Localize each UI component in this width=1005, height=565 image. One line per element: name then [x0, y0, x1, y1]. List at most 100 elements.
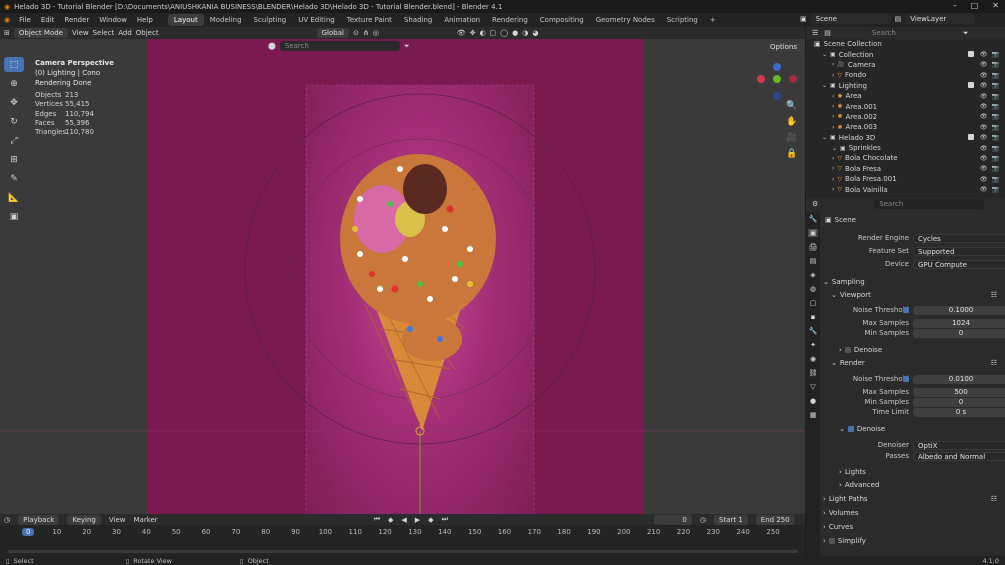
eye-icon[interactable]: 👁 — [980, 165, 988, 172]
outliner-row[interactable]: › ✺ Area.003 👁 📷 — [806, 122, 1005, 132]
gizmo-toggle-icon[interactable]: ✥ — [470, 29, 476, 37]
exclude-checkbox[interactable] — [967, 82, 974, 89]
eye-icon[interactable]: 👁 — [980, 145, 988, 152]
eye-icon[interactable]: 👁 — [980, 155, 988, 162]
menu-edit[interactable]: Edit — [36, 16, 60, 24]
viewport-subpanel-header[interactable]: ⌄ Viewport ☷ — [821, 289, 1005, 301]
proportional-icon[interactable]: ◎ — [373, 29, 379, 37]
modifiers-tab-icon[interactable]: 🔧 — [809, 327, 818, 335]
render-camera-icon[interactable]: 📷 — [992, 72, 999, 79]
outliner-row[interactable]: › ▽ Fondo 👁 📷 — [806, 70, 1005, 80]
sampling-panel-header[interactable]: ⌄ Sampling — [821, 276, 1005, 288]
exclude-checkbox[interactable] — [967, 51, 974, 58]
render-camera-icon[interactable]: 📷 — [992, 124, 999, 131]
list-icon[interactable]: ☷ — [991, 495, 997, 503]
collection-tab-icon[interactable]: ▢ — [810, 299, 817, 307]
viewport-search-input[interactable]: Search — [279, 41, 400, 51]
scale-tool-icon[interactable]: ⤢ — [4, 133, 24, 148]
render-camera-icon[interactable]: 📷 — [992, 186, 999, 193]
light-paths-panel-header[interactable]: › Light Paths ☷ — [821, 493, 1005, 505]
texture-tab-icon[interactable]: ▦ — [810, 411, 817, 419]
render-camera-icon[interactable]: 📷 — [992, 176, 999, 183]
overlay-toggle-icon[interactable]: ◐ — [480, 29, 486, 37]
render-camera-icon[interactable]: 📷 — [992, 113, 999, 120]
tab-texture-paint[interactable]: Texture Paint — [341, 14, 398, 26]
render-camera-icon[interactable]: 📷 — [992, 51, 999, 58]
render-camera-icon[interactable]: 📷 — [992, 93, 999, 100]
marker-menu[interactable]: Marker — [133, 516, 157, 524]
outliner-row[interactable]: › ✺ Area.002 👁 📷 — [806, 112, 1005, 122]
timeline-scrollbar[interactable] — [8, 550, 798, 553]
editor-type-icon[interactable]: ◷ — [4, 516, 10, 524]
render-camera-icon[interactable]: 📷 — [992, 61, 999, 68]
outliner-row[interactable]: › ▽ Bola Fresa 👁 📷 — [806, 164, 1005, 174]
tab-rendering[interactable]: Rendering — [486, 14, 534, 26]
frame-ruler[interactable]: 0 10 20 30 40 50 60 70 80 90 100 110 120 130 140 150 16… — [0, 528, 805, 542]
passes-dropdown[interactable]: Albedo and Normal — [913, 451, 1005, 461]
material-tab-icon[interactable]: ● — [810, 397, 816, 405]
simplify-panel-header[interactable]: › Simplify — [821, 535, 1005, 547]
render-camera-icon[interactable]: 📷 — [992, 145, 999, 152]
render-camera-icon[interactable]: 📷 — [992, 134, 999, 141]
pan-hand-icon[interactable]: ✋ — [786, 117, 797, 127]
world-tab-icon[interactable]: ◍ — [810, 285, 816, 293]
render-camera-icon[interactable]: 📷 — [992, 82, 999, 89]
chevron-down-icon[interactable]: ⌄ — [832, 145, 837, 152]
prev-key-icon[interactable]: ◆ — [388, 516, 393, 524]
outliner-row[interactable]: › ✺ Area.001 👁 📷 — [806, 101, 1005, 111]
shading-material-icon[interactable]: ◑ — [522, 29, 528, 37]
chevron-right-icon[interactable]: › — [832, 186, 834, 193]
outliner-row[interactable]: › ▽ Bola Vainilla 👁 📷 — [806, 184, 1005, 194]
filter-icon[interactable]: ⏷ — [404, 42, 410, 51]
scene-selector[interactable]: Scene — [810, 14, 891, 24]
current-frame-field[interactable]: 0 — [653, 514, 692, 525]
view-layer-tab-icon[interactable]: ▤ — [810, 257, 817, 265]
object-filter-icon[interactable]: ⬤ — [268, 42, 276, 50]
list-icon[interactable]: ☷ — [991, 291, 997, 299]
eye-icon[interactable]: 👁 — [980, 176, 988, 183]
render-tab-icon[interactable]: ▣ — [807, 229, 819, 237]
vp-noise-field[interactable]: 0.1000 — [913, 305, 1005, 315]
menu-window[interactable]: Window — [94, 16, 132, 24]
play-reverse-icon[interactable]: ◀ — [401, 516, 406, 524]
pivot-icon[interactable]: ⊙ — [353, 29, 359, 37]
jump-start-icon[interactable]: ⏮ — [374, 515, 380, 524]
chevron-right-icon[interactable]: › — [832, 72, 834, 79]
eye-icon[interactable]: 👁 — [980, 113, 988, 120]
render-camera-icon[interactable]: 📷 — [992, 165, 999, 172]
chevron-right-icon[interactable]: › — [832, 103, 834, 110]
data-tab-icon[interactable]: ▽ — [810, 383, 815, 391]
transform-tool-icon[interactable]: ⊞ — [4, 152, 24, 167]
tab-modeling[interactable]: Modeling — [204, 14, 248, 26]
menu-render[interactable]: Render — [59, 16, 94, 24]
render-camera-icon[interactable]: 📷 — [992, 103, 999, 110]
start-frame-field[interactable]: Start 1 — [713, 514, 748, 525]
time-limit-field[interactable]: 0 s — [913, 407, 1005, 417]
chevron-right-icon[interactable]: › — [832, 113, 834, 120]
editor-type-icon[interactable]: ☰ — [812, 29, 818, 37]
eye-icon[interactable]: 👁 — [980, 103, 988, 110]
xray-icon[interactable]: ▢ — [490, 29, 497, 37]
tab-scripting[interactable]: Scripting — [661, 14, 704, 26]
output-tab-icon[interactable]: 🖨 — [809, 243, 818, 251]
view-layer-selector[interactable]: ViewLayer — [905, 14, 976, 24]
render-camera-icon[interactable]: 📷 — [992, 155, 999, 162]
scene-tab-icon[interactable]: ◈ — [810, 271, 815, 279]
chevron-down-icon[interactable]: ⌄ — [822, 51, 827, 58]
outliner-row[interactable]: › 🎥 Camera 👁 📷 — [806, 60, 1005, 70]
denoiser-dropdown[interactable]: OptiX — [913, 440, 1005, 450]
physics-tab-icon[interactable]: ◉ — [810, 355, 816, 363]
outliner-row[interactable]: › ✺ Area 👁 📷 — [806, 91, 1005, 101]
r-max-samples-field[interactable]: 500 — [913, 387, 1005, 397]
vp-denoise-header[interactable]: › Denoise — [821, 344, 1005, 356]
simplify-checkbox[interactable] — [828, 538, 835, 544]
device-dropdown[interactable]: GPU Compute — [913, 259, 1005, 269]
chevron-right-icon[interactable]: › — [832, 176, 834, 183]
add-cube-tool-icon[interactable]: ▣ — [4, 209, 24, 224]
r-denoise-header[interactable]: ⌄ Denoise — [821, 423, 1005, 435]
chevron-right-icon[interactable]: › — [832, 93, 834, 100]
filter-icon[interactable]: ⏷ — [963, 29, 969, 38]
camera-view-icon[interactable]: 🎥 — [786, 133, 797, 143]
eye-icon[interactable]: 👁 — [980, 124, 988, 131]
maximize-icon[interactable]: □ — [971, 1, 979, 10]
